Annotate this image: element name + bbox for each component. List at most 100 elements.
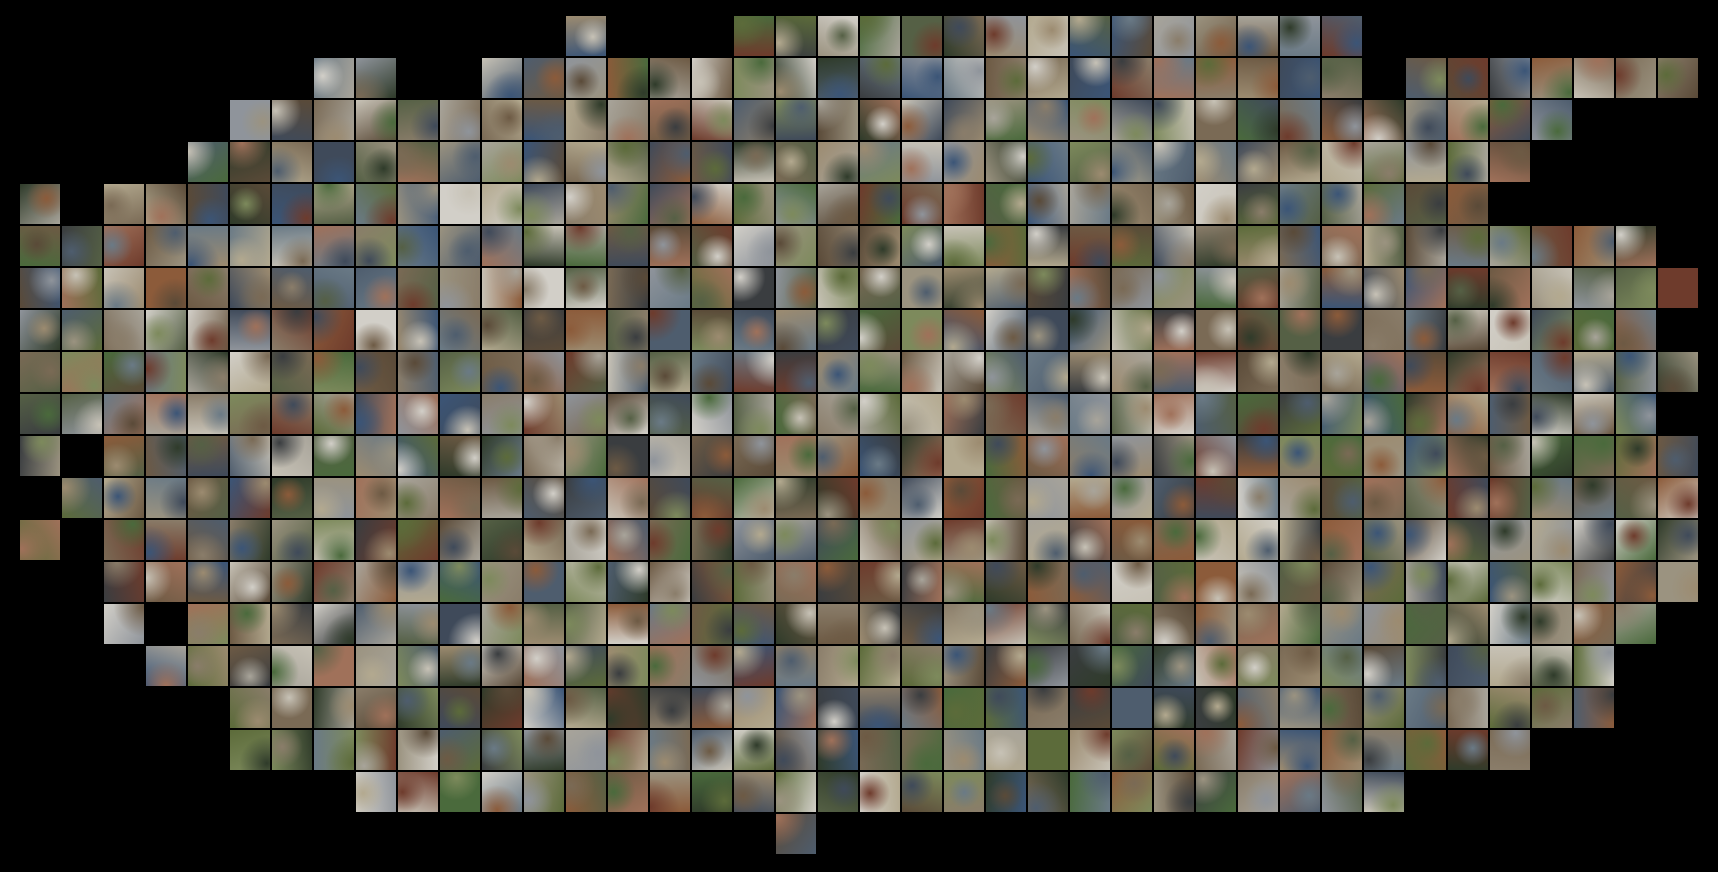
thumbnail-tile — [356, 772, 396, 812]
thumbnail-tile — [1028, 772, 1068, 812]
thumbnail-tile — [230, 520, 270, 560]
thumbnail-tile — [1364, 688, 1404, 728]
thumbnail-tile — [272, 604, 312, 644]
thumbnail-tile — [356, 184, 396, 224]
thumbnail-tile — [1406, 142, 1446, 182]
thumbnail-tile — [524, 436, 564, 476]
thumbnail-tile — [1196, 394, 1236, 434]
thumbnail-tile — [1154, 58, 1194, 98]
thumbnail-tile — [692, 772, 732, 812]
thumbnail-tile — [188, 436, 228, 476]
thumbnail-tile — [608, 730, 648, 770]
thumbnail-tile — [356, 688, 396, 728]
thumbnail-tile — [1364, 478, 1404, 518]
thumbnail-tile — [1280, 646, 1320, 686]
thumbnail-tile — [1574, 268, 1614, 308]
thumbnail-tile — [650, 562, 690, 602]
thumbnail-tile — [902, 604, 942, 644]
thumbnail-tile — [1070, 352, 1110, 392]
thumbnail-tile — [1154, 268, 1194, 308]
thumbnail-tile — [986, 394, 1026, 434]
thumbnail-tile — [692, 478, 732, 518]
thumbnail-tile — [524, 310, 564, 350]
thumbnail-tile — [608, 142, 648, 182]
thumbnail-tile — [1154, 100, 1194, 140]
thumbnail-tile — [1406, 562, 1446, 602]
thumbnail-tile — [104, 268, 144, 308]
thumbnail-tile — [1322, 436, 1362, 476]
thumbnail-tile — [944, 478, 984, 518]
thumbnail-tile — [692, 436, 732, 476]
thumbnail-tile — [608, 520, 648, 560]
thumbnail-tile — [356, 604, 396, 644]
thumbnail-tile — [314, 100, 354, 140]
thumbnail-tile — [1070, 184, 1110, 224]
thumbnail-tile — [1028, 604, 1068, 644]
thumbnail-tile — [20, 226, 60, 266]
thumbnail-tile — [524, 352, 564, 392]
thumbnail-tile — [1154, 478, 1194, 518]
thumbnail-tile — [1322, 58, 1362, 98]
thumbnail-tile — [482, 520, 522, 560]
thumbnail-tile — [650, 310, 690, 350]
thumbnail-tile — [1070, 268, 1110, 308]
thumbnail-tile — [1406, 184, 1446, 224]
thumbnail-tile — [1112, 142, 1152, 182]
thumbnail-tile — [482, 352, 522, 392]
thumbnail-tile — [524, 142, 564, 182]
thumbnail-tile — [818, 268, 858, 308]
thumbnail-tile — [566, 436, 606, 476]
thumbnail-tile — [524, 58, 564, 98]
thumbnail-tile — [986, 352, 1026, 392]
thumbnail-tile — [272, 646, 312, 686]
thumbnail-tile — [776, 436, 816, 476]
thumbnail-tile — [650, 772, 690, 812]
thumbnail-tile — [1154, 352, 1194, 392]
thumbnail-tile — [1490, 352, 1530, 392]
thumbnail-tile — [272, 184, 312, 224]
thumbnail-tile — [944, 394, 984, 434]
thumbnail-tile — [356, 310, 396, 350]
thumbnail-tile — [1364, 604, 1404, 644]
thumbnail-tile — [1112, 562, 1152, 602]
thumbnail-tile — [146, 310, 186, 350]
thumbnail-tile — [818, 184, 858, 224]
thumbnail-tile — [398, 142, 438, 182]
thumbnail-tile — [1112, 394, 1152, 434]
thumbnail-tile — [986, 58, 1026, 98]
thumbnail-tile — [1238, 646, 1278, 686]
thumbnail-tile — [986, 142, 1026, 182]
thumbnail-tile — [62, 268, 102, 308]
thumbnail-tile — [902, 394, 942, 434]
thumbnail-tile — [1070, 772, 1110, 812]
thumbnail-tile — [146, 352, 186, 392]
thumbnail-tile — [1322, 688, 1362, 728]
thumbnail-tile — [1238, 226, 1278, 266]
thumbnail-tile — [608, 394, 648, 434]
thumbnail-tile — [608, 688, 648, 728]
thumbnail-tile — [1532, 58, 1572, 98]
thumbnail-tile — [986, 310, 1026, 350]
thumbnail-tile — [1658, 520, 1698, 560]
thumbnail-tile — [860, 226, 900, 266]
thumbnail-tile — [734, 352, 774, 392]
thumbnail-tile — [1448, 520, 1488, 560]
thumbnail-tile — [650, 226, 690, 266]
thumbnail-tile — [1532, 688, 1572, 728]
thumbnail-tile — [566, 268, 606, 308]
thumbnail-tile — [776, 268, 816, 308]
thumbnail-tile — [1028, 646, 1068, 686]
thumbnail-tile — [608, 772, 648, 812]
thumbnail-tile — [818, 142, 858, 182]
thumbnail-tile — [1238, 730, 1278, 770]
thumbnail-tile — [1154, 184, 1194, 224]
thumbnail-tile — [650, 394, 690, 434]
thumbnail-tile — [1280, 142, 1320, 182]
thumbnail-tile — [944, 772, 984, 812]
thumbnail-tile — [692, 184, 732, 224]
thumbnail-tile — [566, 688, 606, 728]
thumbnail-tile — [1616, 226, 1656, 266]
thumbnail-tile — [524, 646, 564, 686]
thumbnail-tile — [860, 142, 900, 182]
thumbnail-tile — [692, 604, 732, 644]
